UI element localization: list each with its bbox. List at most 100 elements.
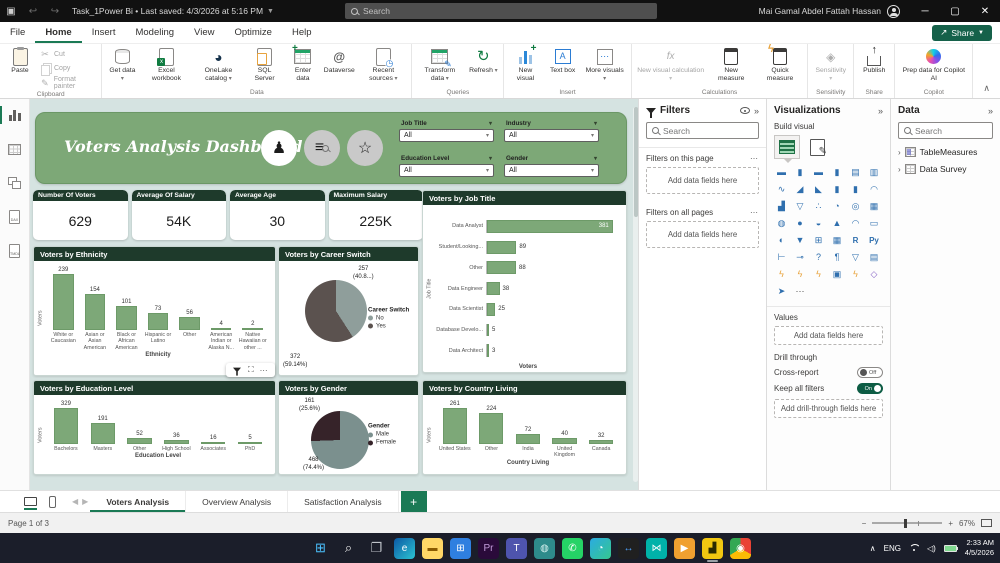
prep-data-for-copilot-ai-button[interactable]: Prep data for Copilot AI bbox=[898, 46, 969, 88]
filters-search-input[interactable] bbox=[663, 125, 753, 136]
paginated-report-icon[interactable]: ▤ bbox=[867, 250, 882, 264]
page-tab-voters-analysis[interactable]: Voters Analysis bbox=[90, 491, 187, 512]
page-tab-overview-analysis[interactable]: Overview Analysis bbox=[186, 491, 289, 512]
enter-data-button[interactable]: Enter data bbox=[286, 44, 321, 88]
taskbar-start-icon[interactable]: ⊞ bbox=[310, 538, 331, 559]
voters-by-country-living-chart[interactable]: Voters by Country Living Voters 261 224 72 40… bbox=[422, 380, 627, 475]
slicer-education-level[interactable]: Education Level ▾ All ▾ bbox=[399, 153, 494, 181]
bar[interactable] bbox=[201, 442, 226, 444]
pie-chart-icon[interactable]: ◔ bbox=[830, 199, 845, 213]
map-icon[interactable]: ◍ bbox=[774, 216, 789, 230]
close-button[interactable]: ✕ bbox=[970, 0, 1000, 22]
line-and-stacked-column-chart-icon[interactable]: ▮ bbox=[830, 182, 845, 196]
filled-map-icon[interactable]: ● bbox=[793, 216, 808, 230]
dashboard-header[interactable]: Voters Analysis Dashboard ♟ ≡ ☆ Job Titl… bbox=[35, 112, 627, 184]
bar[interactable] bbox=[515, 434, 541, 444]
wifi-icon[interactable] bbox=[909, 544, 919, 552]
bar[interactable] bbox=[127, 438, 152, 444]
collapse-ribbon-icon[interactable]: ∧ bbox=[973, 79, 1000, 98]
stacked-bar-chart-icon[interactable]: ▬ bbox=[774, 165, 789, 179]
new-page-button[interactable]: + bbox=[400, 491, 427, 512]
table-view-button[interactable] bbox=[0, 139, 30, 159]
bar[interactable] bbox=[589, 439, 614, 444]
scatter-chart-icon[interactable]: ∴ bbox=[811, 199, 826, 213]
bar[interactable] bbox=[487, 282, 500, 295]
bar[interactable] bbox=[90, 423, 115, 444]
bar[interactable] bbox=[53, 274, 74, 330]
global-search[interactable] bbox=[345, 3, 657, 19]
account-name[interactable]: Mai Gamal Abdel Fattah Hassan bbox=[759, 6, 881, 16]
more-options-icon[interactable]: ⋯ bbox=[260, 366, 269, 375]
cut-button[interactable]: ✂ Cut bbox=[39, 48, 98, 60]
legend-item[interactable]: Male bbox=[368, 432, 412, 438]
bar[interactable] bbox=[53, 408, 79, 444]
new-visual-button[interactable]: New visual bbox=[507, 44, 543, 88]
legend-item[interactable]: Female bbox=[368, 440, 412, 446]
undo-icon[interactable]: ↩ bbox=[22, 6, 44, 17]
filters-search[interactable] bbox=[646, 122, 759, 139]
bolt-gauge-icon[interactable]: ϟ bbox=[793, 267, 808, 281]
eye-icon[interactable] bbox=[739, 107, 750, 114]
voters-by-career-switch-chart[interactable]: Voters by Career Switch 257 (40.8...) 372 (5… bbox=[278, 246, 419, 376]
taskbar-edge-icon[interactable]: e bbox=[394, 537, 415, 559]
taskbar-search-icon[interactable]: ⌕ bbox=[338, 538, 359, 559]
zoom-slider[interactable] bbox=[872, 519, 943, 527]
onelake-catalog-button[interactable]: ◕ OneLake catalog ▾ bbox=[193, 46, 243, 88]
save-icon[interactable]: ▣ bbox=[0, 6, 22, 17]
excel-workbook-button[interactable]: Excel workbook bbox=[141, 46, 191, 88]
ribbon-tab-modeling[interactable]: Modeling bbox=[125, 22, 184, 43]
taskbar-bowtie-app-icon[interactable]: ⋈ bbox=[646, 537, 667, 559]
zoom-out-icon[interactable]: − bbox=[862, 519, 867, 528]
python-visual-icon[interactable]: Py bbox=[867, 233, 882, 247]
format-painter-button[interactable]: ✎ Format painter bbox=[39, 76, 98, 90]
bar[interactable] bbox=[147, 312, 169, 330]
taskbar-media-app-icon[interactable]: ▶ bbox=[674, 537, 695, 559]
legend-item[interactable]: Yes bbox=[368, 323, 412, 329]
expand-icon[interactable]: › bbox=[898, 165, 901, 174]
bar[interactable] bbox=[487, 302, 496, 316]
taskbar-edge-circle-icon[interactable]: ◔ bbox=[590, 537, 611, 559]
bar[interactable] bbox=[487, 240, 517, 254]
taskbar-store-icon[interactable]: ⊞ bbox=[450, 537, 471, 559]
goals-icon[interactable]: ▽ bbox=[848, 250, 863, 264]
sql-server-button[interactable]: SQL Server bbox=[245, 46, 283, 88]
azure-map-icon[interactable]: ▲ bbox=[830, 216, 845, 230]
more-visuals-button[interactable]: More visuals ▾ bbox=[582, 46, 628, 88]
page-tab-satisfaction-analysis[interactable]: Satisfaction Analysis bbox=[288, 491, 399, 512]
stacked-column-chart-icon[interactable]: ▮ bbox=[793, 165, 808, 179]
taskbar-power-bi-icon[interactable]: ▟ bbox=[702, 537, 723, 562]
maximize-button[interactable]: ▢ bbox=[940, 0, 970, 22]
ribbon-tab-home[interactable]: Home bbox=[35, 22, 81, 43]
cross-report-toggle[interactable]: Off bbox=[857, 367, 883, 378]
line-and-clustered-column-chart-icon[interactable]: ▮ bbox=[848, 182, 863, 196]
slicer-job-title[interactable]: Job Title ▾ All ▾ bbox=[399, 118, 494, 146]
slicer-dropdown[interactable]: All ▾ bbox=[399, 129, 494, 142]
report-view-button[interactable] bbox=[0, 105, 30, 125]
qa-visual-icon[interactable]: ? bbox=[811, 250, 826, 264]
data-item-data survey[interactable]: › Data Survey bbox=[898, 164, 993, 174]
treemap-icon[interactable]: ▦ bbox=[867, 199, 882, 213]
donut-chart-icon[interactable]: ◎ bbox=[848, 199, 863, 213]
get-data-button[interactable]: Get data ▾ bbox=[105, 46, 139, 88]
diamond-visual-icon[interactable]: ◇ bbox=[867, 267, 882, 281]
bar[interactable]: 381 bbox=[487, 219, 613, 233]
taskbar-globe-app-icon[interactable]: ◍ bbox=[534, 537, 555, 559]
slicer-dropdown[interactable]: All ▾ bbox=[504, 164, 599, 177]
prev-page-icon[interactable]: ◀ bbox=[70, 497, 80, 506]
100-stacked-bar-chart-icon[interactable]: ▤ bbox=[848, 165, 863, 179]
table-icon[interactable]: ⊞ bbox=[811, 233, 826, 247]
next-page-icon[interactable]: ▶ bbox=[80, 497, 90, 506]
data-search-input[interactable] bbox=[915, 125, 987, 136]
share-button[interactable]: ↗ Share ▼ bbox=[932, 24, 992, 41]
collapse-pane-icon[interactable]: » bbox=[988, 106, 993, 116]
taskbar-teamviewer-icon[interactable]: ↔ bbox=[618, 537, 639, 559]
card-icon[interactable]: ▭ bbox=[867, 216, 882, 230]
ribbon-tab-optimize[interactable]: Optimize bbox=[224, 22, 281, 43]
more-options-icon[interactable]: ⋯ bbox=[750, 208, 759, 217]
more-options-icon[interactable]: ⋯ bbox=[750, 154, 759, 163]
add-data-fields-dropzone[interactable]: Add data fields here bbox=[646, 221, 759, 248]
avatar[interactable] bbox=[887, 4, 900, 18]
bar[interactable] bbox=[179, 316, 200, 330]
tmdl-view-button[interactable] bbox=[0, 241, 30, 261]
voters-by-ethnicity-chart[interactable]: Voters by Ethnicity Voters 239 154 101 73 56 4 2… bbox=[33, 246, 276, 376]
